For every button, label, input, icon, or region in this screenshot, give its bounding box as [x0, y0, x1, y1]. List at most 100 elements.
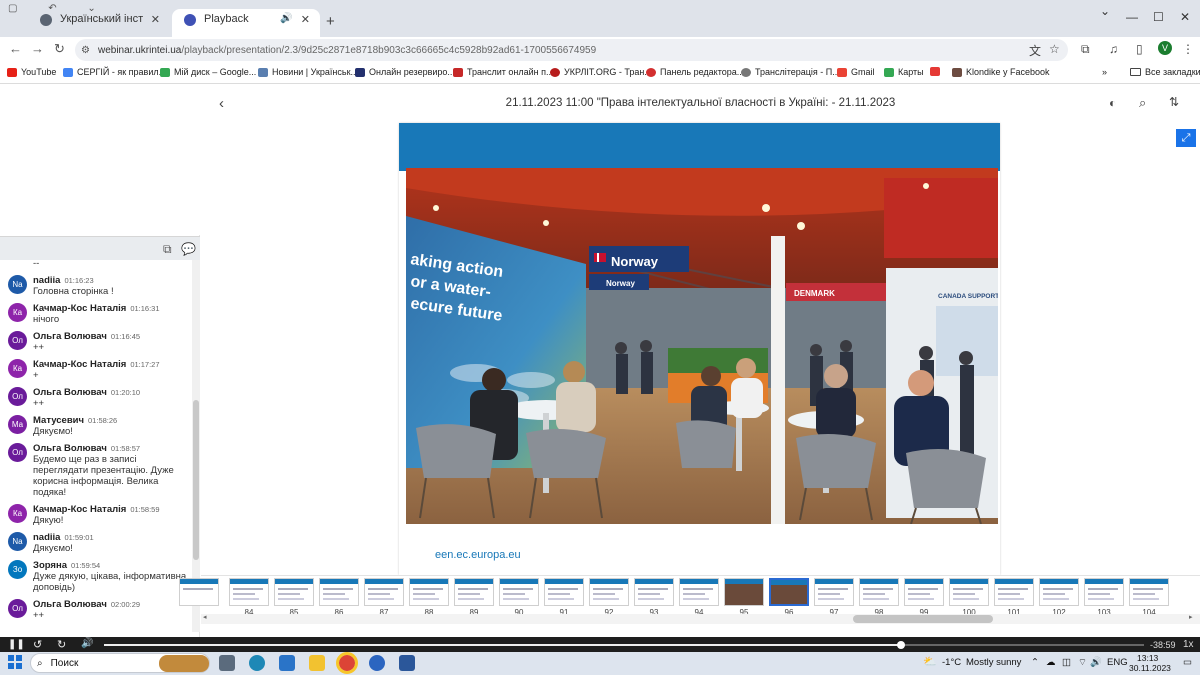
slide-thumbnail[interactable] [949, 578, 989, 606]
close-window-button[interactable]: ✕ [1180, 10, 1190, 24]
clock-time[interactable]: 13:13 [1137, 653, 1158, 663]
weather-icon[interactable]: ⛅ [923, 655, 937, 668]
bookmark-ukrlit[interactable]: УКРЛІТ.ORG - Тран... [550, 67, 652, 77]
file-explorer-icon[interactable] [309, 655, 325, 671]
slide-thumbnail[interactable] [454, 578, 494, 606]
media-controls-icon[interactable]: ♫ [1109, 42, 1118, 56]
bookmark-youtube[interactable]: YouTube [7, 67, 56, 77]
slide-thumbnail[interactable] [769, 578, 809, 606]
slide-thumbnail[interactable] [994, 578, 1034, 606]
bookmark-mail[interactable] [930, 67, 940, 76]
slide-thumbnail[interactable] [229, 578, 269, 606]
slide-thumbnail[interactable] [589, 578, 629, 606]
cloud-icon[interactable]: ☁ [1046, 657, 1056, 668]
wifi-icon[interactable]: ⌔ [1078, 657, 1087, 668]
new-tab-button[interactable]: + [326, 13, 335, 30]
speaker-icon[interactable]: 🔊 [280, 13, 292, 24]
slide-thumbnail[interactable] [274, 578, 314, 606]
bookmark-news[interactable]: Новини | Українськ... [258, 67, 358, 77]
store-icon[interactable] [279, 655, 295, 671]
reload-icon[interactable]: ↻ [54, 41, 65, 57]
bookmark-gmail[interactable]: Gmail [837, 67, 875, 77]
pause-icon[interactable]: ❚❚ [8, 639, 25, 650]
bookmark-transliteration[interactable]: Транслітерація - П... [741, 67, 840, 77]
progress-bar[interactable] [104, 641, 1144, 649]
chat-scroll-thumb[interactable] [193, 400, 199, 560]
tab-ukrintei[interactable]: Український інститут науково ✕ [28, 9, 170, 37]
network-icon[interactable]: ◫ [1062, 657, 1071, 668]
copy-chat-icon[interactable]: ⧉ [163, 242, 172, 257]
notifications-icon[interactable]: ▭ [1183, 657, 1192, 668]
rewind-icon[interactable]: ↺ [33, 638, 42, 651]
language-indicator[interactable]: ENG [1107, 657, 1128, 668]
bookmark-editor-panel[interactable]: Панель редактора... [646, 67, 744, 77]
thumbnail-scrollbar[interactable]: ◂ ▸ [201, 614, 1200, 624]
slide-thumbnail[interactable] [409, 578, 449, 606]
slide-thumbnail[interactable] [364, 578, 404, 606]
swap-layout-icon[interactable]: ⇅ [1169, 95, 1179, 109]
menu-dots-icon[interactable]: ⋮ [1182, 42, 1194, 56]
bookmark-klondike[interactable]: Klondike у Facebook [952, 67, 1050, 77]
bookmark-star-icon[interactable]: ☆ [1049, 42, 1060, 56]
close-tab-icon[interactable]: ✕ [301, 13, 310, 26]
slide-footer-link[interactable]: een.ec.europa.eu [435, 549, 521, 561]
word-icon[interactable] [399, 655, 415, 671]
temperature[interactable]: -1°C [942, 657, 961, 668]
slide-thumbnail[interactable] [179, 578, 219, 606]
back-icon[interactable]: ← [9, 41, 22, 56]
progress-knob[interactable] [896, 641, 905, 649]
weather-text[interactable]: Mostly sunny [966, 657, 1021, 668]
app-icon[interactable] [369, 655, 385, 671]
show-hidden-icons[interactable]: ⌃ [1031, 657, 1039, 668]
taskbar-search[interactable]: ⌕ Поиск [30, 653, 210, 673]
chat-bubbles-icon[interactable]: 💬 [181, 242, 196, 256]
close-tab-icon[interactable]: ✕ [151, 13, 160, 26]
clock-date[interactable]: 30.11.2023 [1129, 663, 1171, 673]
tab-playback[interactable]: Playback 🔊 ✕ [172, 9, 320, 37]
bookmark-translit[interactable]: Транслит онлайн п... [453, 67, 553, 77]
slide-thumbnail[interactable] [904, 578, 944, 606]
bookmark-sergii[interactable]: СЕРГІЙ - як правил... [63, 67, 166, 77]
bookmark-maps[interactable]: Карты [884, 67, 924, 77]
speaker-tray-icon[interactable]: 🔊 [1090, 657, 1102, 668]
slide-thumbnail[interactable] [634, 578, 674, 606]
chat-scrollbar[interactable] [192, 260, 200, 632]
slide-thumbnail[interactable] [679, 578, 719, 606]
forward-icon[interactable]: → [31, 41, 44, 56]
profile-avatar[interactable]: V [1158, 41, 1172, 55]
slide-thumbnail[interactable] [1039, 578, 1079, 606]
task-view-icon[interactable] [219, 655, 235, 671]
speed-button[interactable]: 1x [1183, 639, 1194, 650]
thumbnail-scroll-thumb[interactable] [853, 615, 993, 623]
slide-thumbnail[interactable] [859, 578, 899, 606]
site-info-icon[interactable]: ⚙ [81, 45, 90, 56]
search-icon[interactable]: ⌕ [1139, 95, 1146, 111]
windows-start-icon[interactable] [8, 655, 22, 669]
address-bar[interactable]: ⚙ webinar.ukrintei.ua/playback/presentat… [75, 39, 1068, 61]
translate-icon[interactable]: 文 [1029, 42, 1041, 59]
extensions-icon[interactable]: ⧉ [1081, 42, 1090, 57]
all-bookmarks[interactable]: Все закладки [1130, 67, 1200, 77]
maximize-button[interactable]: ☐ [1153, 10, 1164, 24]
slide-thumbnail[interactable] [814, 578, 854, 606]
more-bookmarks-icon[interactable]: » [1102, 67, 1107, 77]
side-panel-icon[interactable]: ▯ [1136, 42, 1143, 56]
minimize-button[interactable]: — [1126, 10, 1138, 24]
slide-thumbnail[interactable] [1084, 578, 1124, 606]
bookmark-google-drive[interactable]: Мій диск – Google... [160, 67, 256, 77]
volume-icon[interactable]: 🔊 [81, 638, 93, 649]
edge-icon[interactable] [249, 655, 265, 671]
forward-skip-icon[interactable]: ↻ [57, 638, 66, 651]
fullscreen-button[interactable]: ⤢ [1176, 129, 1196, 147]
bookmark-reservation[interactable]: Онлайн резервиро... [355, 67, 455, 77]
slide-thumbnail[interactable] [1129, 578, 1169, 606]
tab-search-icon[interactable]: ⌄ [1100, 4, 1110, 18]
slide-thumbnail[interactable] [724, 578, 764, 606]
scroll-right-icon[interactable]: ▸ [1189, 613, 1193, 621]
chrome-icon[interactable] [336, 652, 358, 674]
slide-thumbnail[interactable] [544, 578, 584, 606]
slide-thumbnail[interactable] [319, 578, 359, 606]
scroll-left-icon[interactable]: ◂ [203, 613, 207, 621]
theme-toggle-icon[interactable]: ◐ [1109, 96, 1116, 110]
slide-thumbnail[interactable] [499, 578, 539, 606]
